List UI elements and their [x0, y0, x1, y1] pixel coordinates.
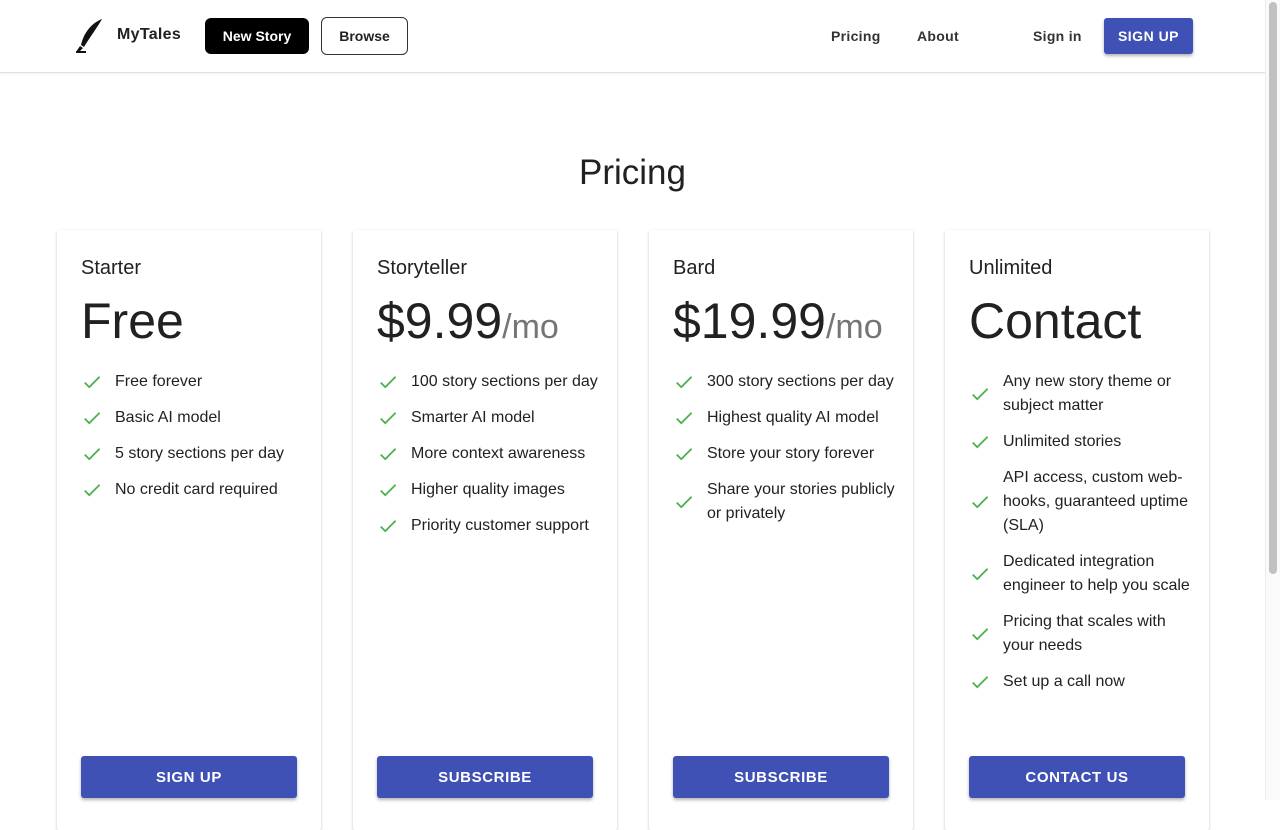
feature-item: No credit card required — [81, 478, 309, 502]
scrollbar-thumb[interactable] — [1269, 2, 1277, 574]
feature-text: Set up a call now — [1003, 673, 1125, 690]
feature-item: 100 story sections per day — [377, 370, 605, 394]
browse-button[interactable]: Browse — [321, 17, 408, 55]
feature-item: More context awareness — [377, 442, 605, 466]
feature-text: 300 story sections per day — [707, 373, 894, 390]
brand-name[interactable]: MyTales — [117, 26, 181, 44]
feature-text: Free forever — [115, 373, 203, 390]
price-unit: /mo — [502, 308, 559, 346]
plan-card-storyteller: Storyteller $9.99/mo 100 story sections … — [353, 230, 617, 830]
new-story-button[interactable]: New Story — [205, 18, 309, 54]
feature-item: 300 story sections per day — [673, 370, 901, 394]
price-amount: Contact — [969, 293, 1142, 349]
check-icon — [972, 628, 989, 641]
feature-text: Dedicated integration engineer to help y… — [1003, 553, 1190, 594]
plan-name: Starter — [81, 257, 142, 279]
check-icon — [676, 376, 693, 389]
check-icon — [676, 448, 693, 461]
plan-price: Free — [81, 292, 184, 350]
feature-text: Share your stories publicly or privately — [707, 481, 895, 522]
bard-subscribe-button[interactable]: SUBSCRIBE — [673, 756, 889, 798]
check-icon — [84, 484, 101, 497]
feature-list: Any new story theme or subject matter Unl… — [969, 370, 1197, 706]
scrollbar[interactable] — [1265, 0, 1280, 800]
plan-card-bard: Bard $19.99/mo 300 story sections per da… — [649, 230, 913, 830]
feature-text: Any new story theme or subject matter — [1003, 373, 1172, 414]
check-icon — [380, 520, 397, 533]
feature-item: 5 story sections per day — [81, 442, 309, 466]
feature-item: Unlimited stories — [969, 430, 1197, 454]
check-icon — [676, 412, 693, 425]
plan-card-starter: Starter Free Free forever Basic AI model 5… — [57, 230, 321, 830]
page-title: Pricing — [579, 153, 686, 192]
feature-text: Unlimited stories — [1003, 433, 1122, 450]
feature-text: No credit card required — [115, 481, 278, 498]
feature-text: API access, custom web-hooks, guaranteed… — [1003, 469, 1189, 534]
check-icon — [380, 484, 397, 497]
plan-name: Unlimited — [969, 257, 1053, 279]
plan-name: Storyteller — [377, 257, 468, 279]
plan-price: Contact — [969, 292, 1141, 350]
check-icon — [84, 376, 101, 389]
feature-item: Free forever — [81, 370, 309, 394]
check-icon — [972, 676, 989, 689]
feature-item: Share your stories publicly or privately — [673, 478, 901, 526]
feature-text: Store your story forever — [707, 445, 875, 462]
feature-list: Free forever Basic AI model 5 story sectio… — [81, 370, 309, 514]
sign-up-button[interactable]: SIGN UP — [1104, 18, 1193, 54]
quill-icon[interactable] — [74, 18, 104, 54]
feature-text: Basic AI model — [115, 409, 221, 426]
check-icon — [380, 412, 397, 425]
feature-item: Higher quality images — [377, 478, 605, 502]
feature-item: Dedicated integration engineer to help y… — [969, 550, 1197, 598]
feature-text: 5 story sections per day — [115, 445, 284, 462]
storyteller-subscribe-button[interactable]: SUBSCRIBE — [377, 756, 593, 798]
feature-item: Any new story theme or subject matter — [969, 370, 1197, 418]
check-icon — [380, 376, 397, 389]
feature-text: Highest quality AI model — [707, 409, 879, 426]
feature-text: Higher quality images — [411, 481, 565, 498]
feature-text: Smarter AI model — [411, 409, 535, 426]
check-icon — [972, 436, 989, 449]
check-icon — [972, 388, 989, 401]
sign-in-link[interactable]: Sign in — [1033, 28, 1082, 44]
plan-name: Bard — [673, 257, 716, 279]
plan-price: $9.99/mo — [377, 292, 559, 350]
price-amount: Free — [81, 293, 184, 349]
plan-price: $19.99/mo — [673, 292, 883, 350]
feature-item: Highest quality AI model — [673, 406, 901, 430]
feature-item: Priority customer support — [377, 514, 605, 538]
starter-sign-up-button[interactable]: SIGN UP — [81, 756, 297, 798]
price-unit: /mo — [825, 308, 883, 346]
feature-text: 100 story sections per day — [411, 373, 598, 390]
check-icon — [676, 496, 693, 509]
feature-text: Priority customer support — [411, 517, 589, 534]
price-amount: $19.99 — [673, 293, 826, 349]
price-amount: $9.99 — [377, 293, 503, 349]
nav-about-link[interactable]: About — [917, 28, 959, 44]
check-icon — [84, 412, 101, 425]
contact-us-button[interactable]: CONTACT US — [969, 756, 1185, 798]
plan-card-unlimited: Unlimited Contact Any new story theme or… — [945, 230, 1209, 830]
feature-item: Pricing that scales with your needs — [969, 610, 1197, 658]
feature-item: Set up a call now — [969, 670, 1197, 694]
check-icon — [380, 448, 397, 461]
feature-text: More context awareness — [411, 445, 586, 462]
check-icon — [972, 568, 989, 581]
top-navigation-bar: MyTales New Story Browse Pricing About S… — [0, 0, 1265, 73]
feature-text: Pricing that scales with your needs — [1003, 613, 1166, 654]
feature-item: Store your story forever — [673, 442, 901, 466]
nav-pricing-link[interactable]: Pricing — [831, 28, 881, 44]
feature-item: Basic AI model — [81, 406, 309, 430]
check-icon — [84, 448, 101, 461]
feature-item: API access, custom web-hooks, guaranteed… — [969, 466, 1197, 538]
feature-list: 300 story sections per day Highest qualit… — [673, 370, 901, 538]
feature-item: Smarter AI model — [377, 406, 605, 430]
check-icon — [972, 496, 989, 509]
feature-list: 100 story sections per day Smarter AI mod… — [377, 370, 605, 550]
